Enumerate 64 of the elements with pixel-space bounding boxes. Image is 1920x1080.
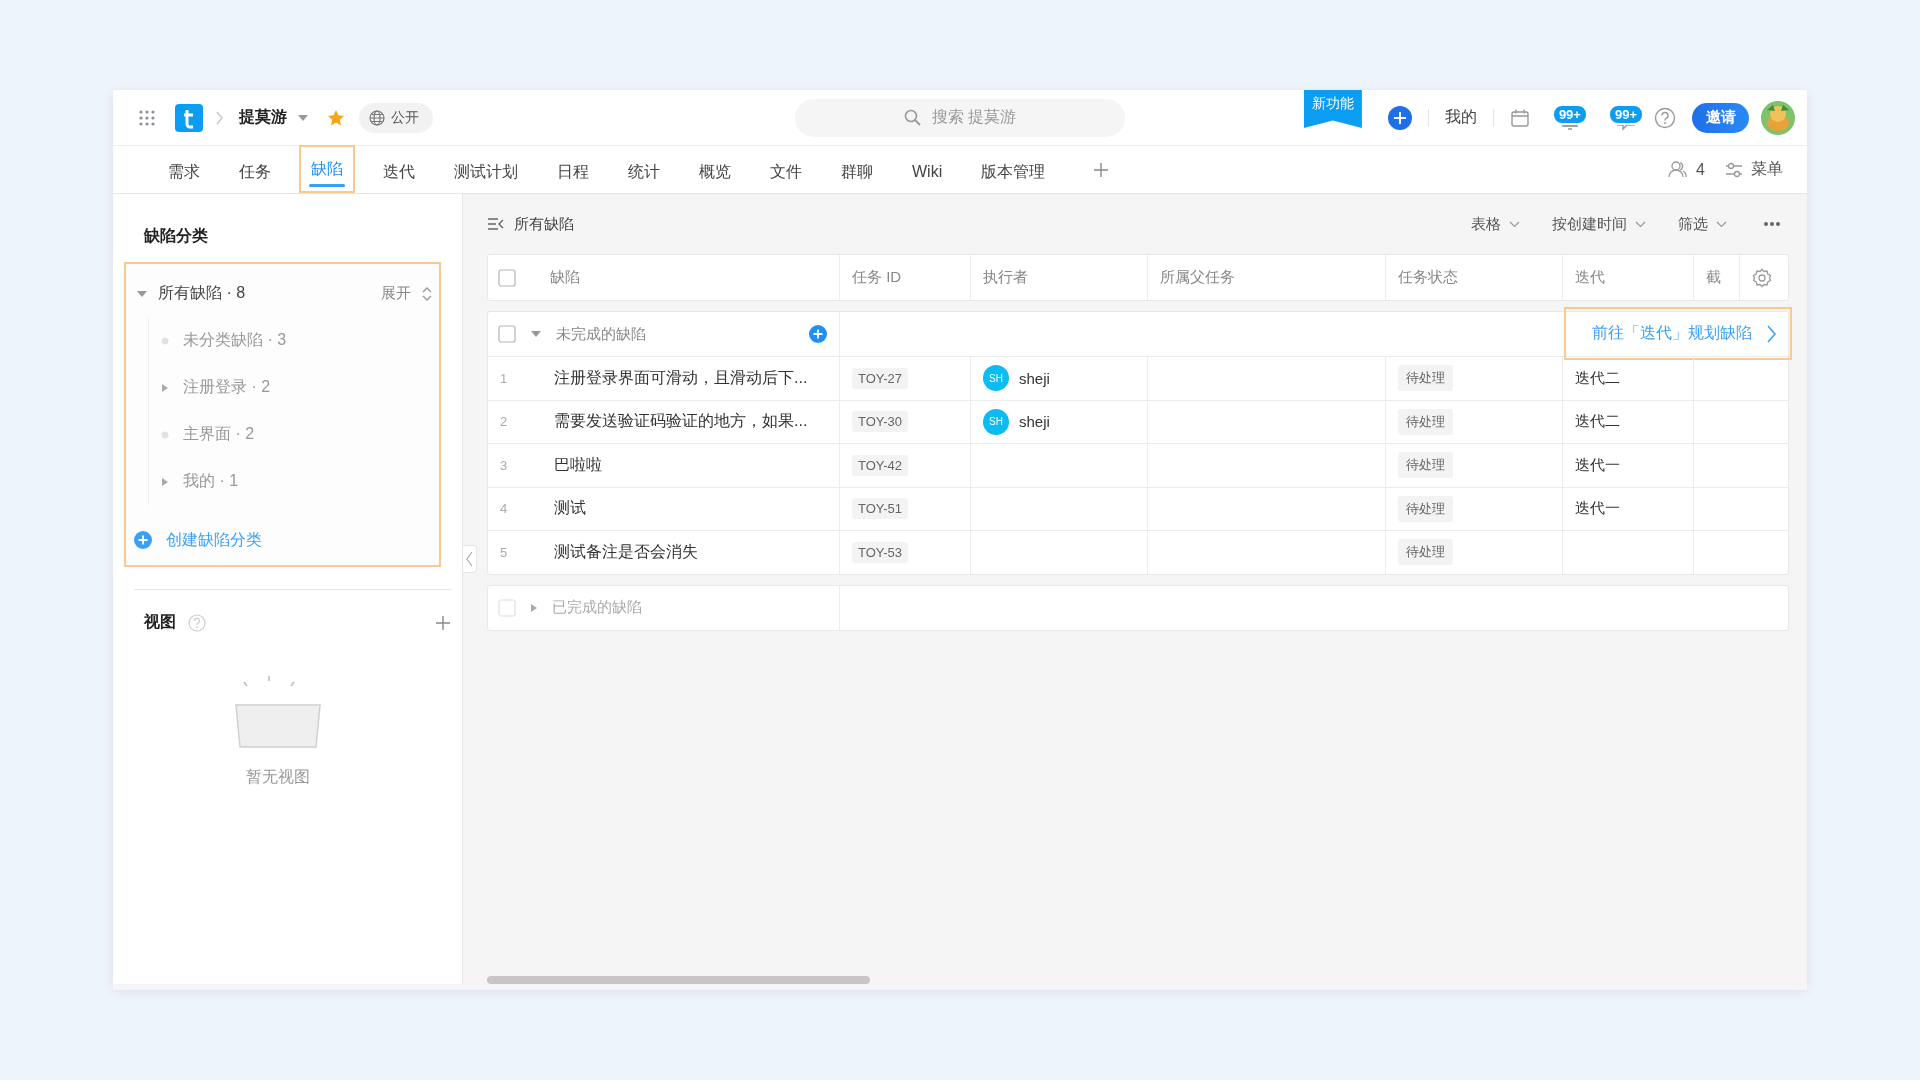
row-number: 1 [500,370,509,386]
assignee-avatar: SH [983,365,1009,392]
tab[interactable]: 需求 [157,151,211,193]
bug-title[interactable]: 测试备注是否会消失 [554,541,698,563]
bug-title[interactable]: 巴啦啦 [554,454,602,476]
member-count[interactable]: 4 [1696,160,1705,179]
task-id-tag: TOY-51 [852,498,909,520]
invite-button[interactable]: 邀请 [1692,102,1749,133]
bug-title[interactable]: 测试 [554,498,586,520]
bug-title[interactable]: 需要发送验证码验证的地方，如果... [554,411,808,433]
count-badge: 99+ [1551,104,1588,125]
task-id-tag: TOY-53 [852,541,909,563]
tab[interactable]: 版本管理 [970,151,1057,193]
dropdown-button[interactable]: 按创建时间 [1552,214,1646,234]
empty-text: 暂无视图 [245,767,310,787]
my-link[interactable]: 我的 [1444,107,1477,128]
task-id-tag: TOY-30 [852,411,909,433]
section-title: 视图 [144,612,176,632]
section-title: 缺陷分类 [144,226,209,246]
status-tag[interactable]: 待处理 [1398,365,1453,392]
assignee-name: sheji [1019,369,1050,387]
project-name[interactable]: 提莫游 [239,107,287,128]
tab[interactable]: 测试计划 [443,151,529,193]
tab[interactable]: Wiki [901,151,954,193]
tab[interactable]: 统计 [617,151,671,193]
dropdown-button[interactable]: 表格 [1471,214,1520,234]
view-title: 所有缺陷 [514,214,574,234]
expand-toggle[interactable]: 展开 [381,284,433,303]
column-header: 任务 ID [852,268,902,287]
tab[interactable]: 群聊 [830,151,884,193]
tab[interactable]: 概览 [688,151,742,193]
column-header: 执行者 [983,268,1028,287]
group-title[interactable]: 未完成的缺陷 [556,324,799,344]
assignee-avatar: SH [983,408,1009,435]
bug-title[interactable]: 注册登录界面可滑动，且滑动后下... [554,367,808,389]
tab[interactable]: 迭代 [372,151,426,193]
row-number: 2 [500,414,509,430]
iteration-cell: 迭代一 [1575,499,1620,519]
column-header: 截 [1706,268,1721,287]
category-item[interactable]: 所有缺陷 · 8 [158,283,371,304]
tab[interactable]: 文件 [759,151,813,193]
status-tag[interactable]: 待处理 [1398,539,1453,566]
count-badge: 99+ [1607,104,1644,125]
iteration-cell: 迭代一 [1575,455,1620,475]
task-id-tag: TOY-27 [852,367,909,389]
row-number: 3 [500,457,509,473]
status-tag[interactable]: 待处理 [1398,408,1453,435]
row-number: 4 [500,501,509,517]
iteration-cell: 迭代二 [1575,412,1620,432]
row-number: 5 [500,544,509,560]
iteration-cell: 迭代二 [1575,368,1620,388]
task-id-tag: TOY-42 [852,454,909,476]
assignee-name: sheji [1019,413,1050,431]
column-header: 迭代 [1575,268,1605,287]
status-tag[interactable]: 待处理 [1398,452,1453,479]
column-header: 缺陷 [550,268,580,287]
tab[interactable]: 日程 [546,151,600,193]
menu-link[interactable]: 菜单 [1751,159,1783,180]
tab[interactable]: 任务 [228,151,282,193]
visibility-button[interactable]: 公开 [359,102,433,133]
column-header: 任务状态 [1398,268,1458,287]
status-tag[interactable]: 待处理 [1398,495,1453,522]
column-header: 所属父任务 [1160,268,1235,287]
dropdown-button[interactable]: 筛选 [1678,214,1727,234]
